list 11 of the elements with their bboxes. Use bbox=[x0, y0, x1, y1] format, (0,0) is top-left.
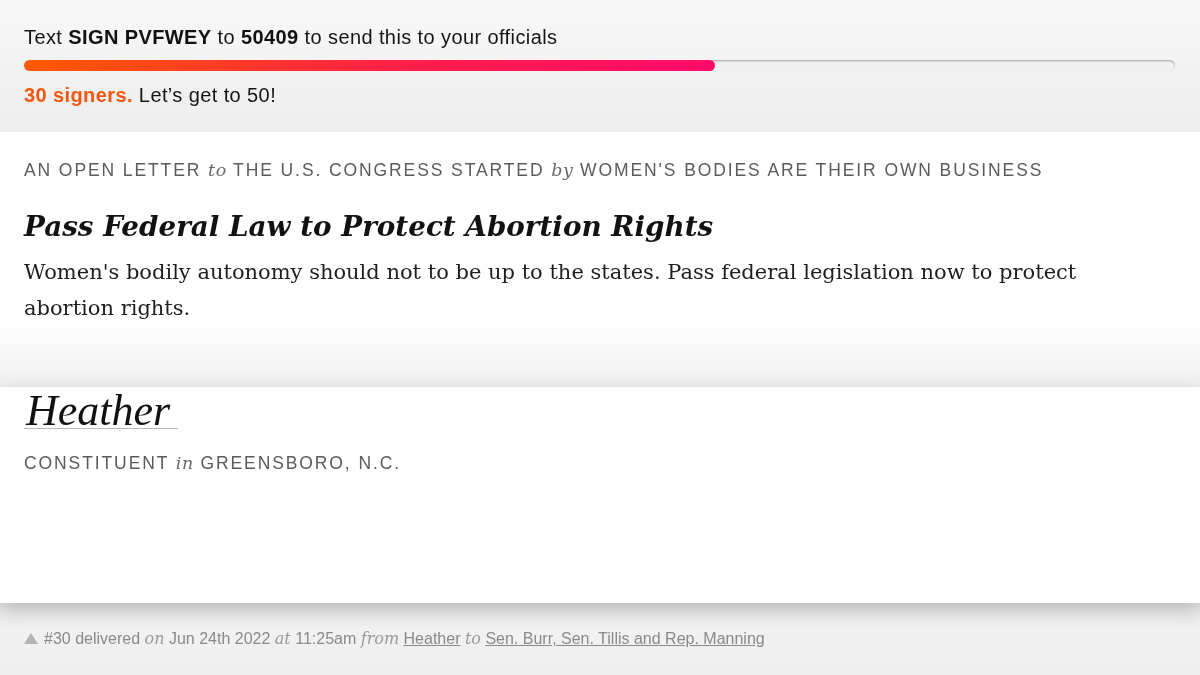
delivery-info: #30 delivered on Jun 24th 2022 at 11:25am from Heather to Sen. Burr, Sen. Tillis and Rep. Manning bbox=[44, 629, 765, 649]
letter-title: Pass Federal Law to Protect Abortion Rights bbox=[24, 209, 715, 245]
progress-caption: 30 signers. Let’s get to 50! bbox=[24, 83, 278, 107]
recipients-link[interactable]: Sen. Burr, Sen. Tillis and Rep. Manning bbox=[485, 630, 765, 647]
letter-body: Women's bodily autonomy should not to be up to the states. Pass federal legislation now to protect abortion rights. bbox=[24, 259, 1078, 322]
signature-text: Heather bbox=[26, 388, 171, 434]
letter-byline: AN OPEN LETTER to THE U.S. CONGRESS STARTED by WOMEN'S BODIES ARE THEIR OWN BUSINESS bbox=[24, 159, 1045, 181]
sender-link[interactable]: Heather bbox=[403, 630, 461, 647]
sms-instructions: Text SIGN PVFWEY to 50409 to send this to your officials bbox=[24, 25, 559, 49]
triangle-icon bbox=[24, 633, 38, 644]
signer-location: CONSTITUENT in GREENSBORO, N.C. bbox=[24, 452, 402, 474]
